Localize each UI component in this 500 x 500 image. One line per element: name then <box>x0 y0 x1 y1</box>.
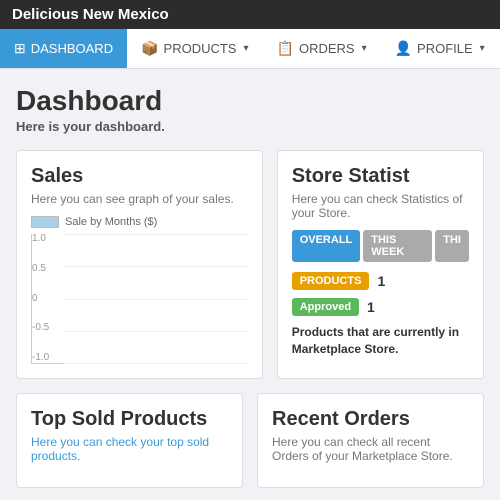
legend-label: Sale by Months ($) <box>65 216 157 228</box>
page-title: Dashboard <box>16 85 484 117</box>
y-label-3: 0 <box>32 294 49 304</box>
y-label-5: -1.0 <box>32 353 49 363</box>
products-badge: PRODUCTS <box>292 272 370 290</box>
store-card-title: Store Statist <box>292 165 469 188</box>
app-title: Delicious New Mexico <box>12 6 169 23</box>
stat-tabs: OVERALL THIS WEEK THI <box>292 230 469 262</box>
grid-line-2 <box>64 266 248 267</box>
tab-this-week[interactable]: THIS WEEK <box>363 230 432 262</box>
dashboard-icon: ⊞ <box>14 40 26 57</box>
approved-badge: Approved <box>292 298 359 316</box>
recent-orders-card: Recent Orders Here you can check all rec… <box>257 393 484 488</box>
chevron-down-icon-orders: ▾ <box>362 43 367 54</box>
top-cards-row: Sales Here you can see graph of your sal… <box>16 150 484 379</box>
sales-card: Sales Here you can see graph of your sal… <box>16 150 263 379</box>
grid-line-3 <box>64 299 248 300</box>
bottom-cards-row: Top Sold Products Here you can check you… <box>16 393 484 488</box>
nav-item-dashboard[interactable]: ⊞ DASHBOARD <box>0 29 127 68</box>
approved-stat-row: Approved 1 <box>292 298 469 316</box>
top-sold-subtitle: Here you can check your top sold product… <box>31 435 228 463</box>
products-stat-row: PRODUCTS 1 <box>292 272 469 290</box>
recent-orders-title: Recent Orders <box>272 408 469 431</box>
nav-label-profile: PROFILE <box>417 41 473 56</box>
y-label-2: 0.5 <box>32 264 49 274</box>
orders-icon: 📋 <box>277 40 294 57</box>
y-label-4: -0.5 <box>32 323 49 333</box>
sales-card-subtitle: Here you can see graph of your sales. <box>31 192 248 206</box>
legend-box-icon <box>31 216 59 228</box>
sales-card-title: Sales <box>31 165 248 188</box>
products-count: 1 <box>377 273 385 289</box>
grid-line-5 <box>64 363 248 364</box>
nav-item-products[interactable]: 📦 PRODUCTS ▾ <box>127 29 262 68</box>
approved-count: 1 <box>367 299 375 315</box>
nav-label-orders: ORDERS <box>299 41 355 56</box>
store-card-subtitle: Here you can check Statistics of your St… <box>292 192 469 220</box>
tab-overall[interactable]: OVERALL <box>292 230 361 262</box>
page-content: Dashboard Here is your dashboard. Sales … <box>0 69 500 488</box>
y-axis-labels: 1.0 0.5 0 -0.5 -1.0 <box>32 234 49 363</box>
nav-label-products: PRODUCTS <box>164 41 237 56</box>
page-subtitle: Here is your dashboard. <box>16 119 484 134</box>
chart-legend: Sale by Months ($) <box>31 216 248 228</box>
y-label-1: 1.0 <box>32 234 49 244</box>
nav-item-profile[interactable]: 👤 PROFILE ▾ <box>381 29 499 68</box>
top-sold-title: Top Sold Products <box>31 408 228 431</box>
store-stats-card: Store Statist Here you can check Statist… <box>277 150 484 379</box>
store-stat-description: Products that are currently in Marketpla… <box>292 324 469 358</box>
topbar: Delicious New Mexico <box>0 0 500 29</box>
nav-item-orders[interactable]: 📋 ORDERS ▾ <box>263 29 381 68</box>
chart-grid <box>64 234 248 363</box>
chevron-down-icon-profile: ▾ <box>480 43 485 54</box>
profile-icon: 👤 <box>395 40 412 57</box>
chevron-down-icon: ▾ <box>243 43 248 54</box>
recent-orders-subtitle: Here you can check all recent Orders of … <box>272 435 469 463</box>
top-sold-products-card: Top Sold Products Here you can check you… <box>16 393 243 488</box>
grid-line-4 <box>64 331 248 332</box>
products-icon: 📦 <box>141 40 158 57</box>
grid-line-1 <box>64 234 248 235</box>
tab-thi[interactable]: THI <box>435 230 469 262</box>
navbar: ⊞ DASHBOARD 📦 PRODUCTS ▾ 📋 ORDERS ▾ 👤 PR… <box>0 29 500 69</box>
sales-chart: 1.0 0.5 0 -0.5 -1.0 <box>31 234 248 364</box>
nav-label-dashboard: DASHBOARD <box>31 41 113 56</box>
